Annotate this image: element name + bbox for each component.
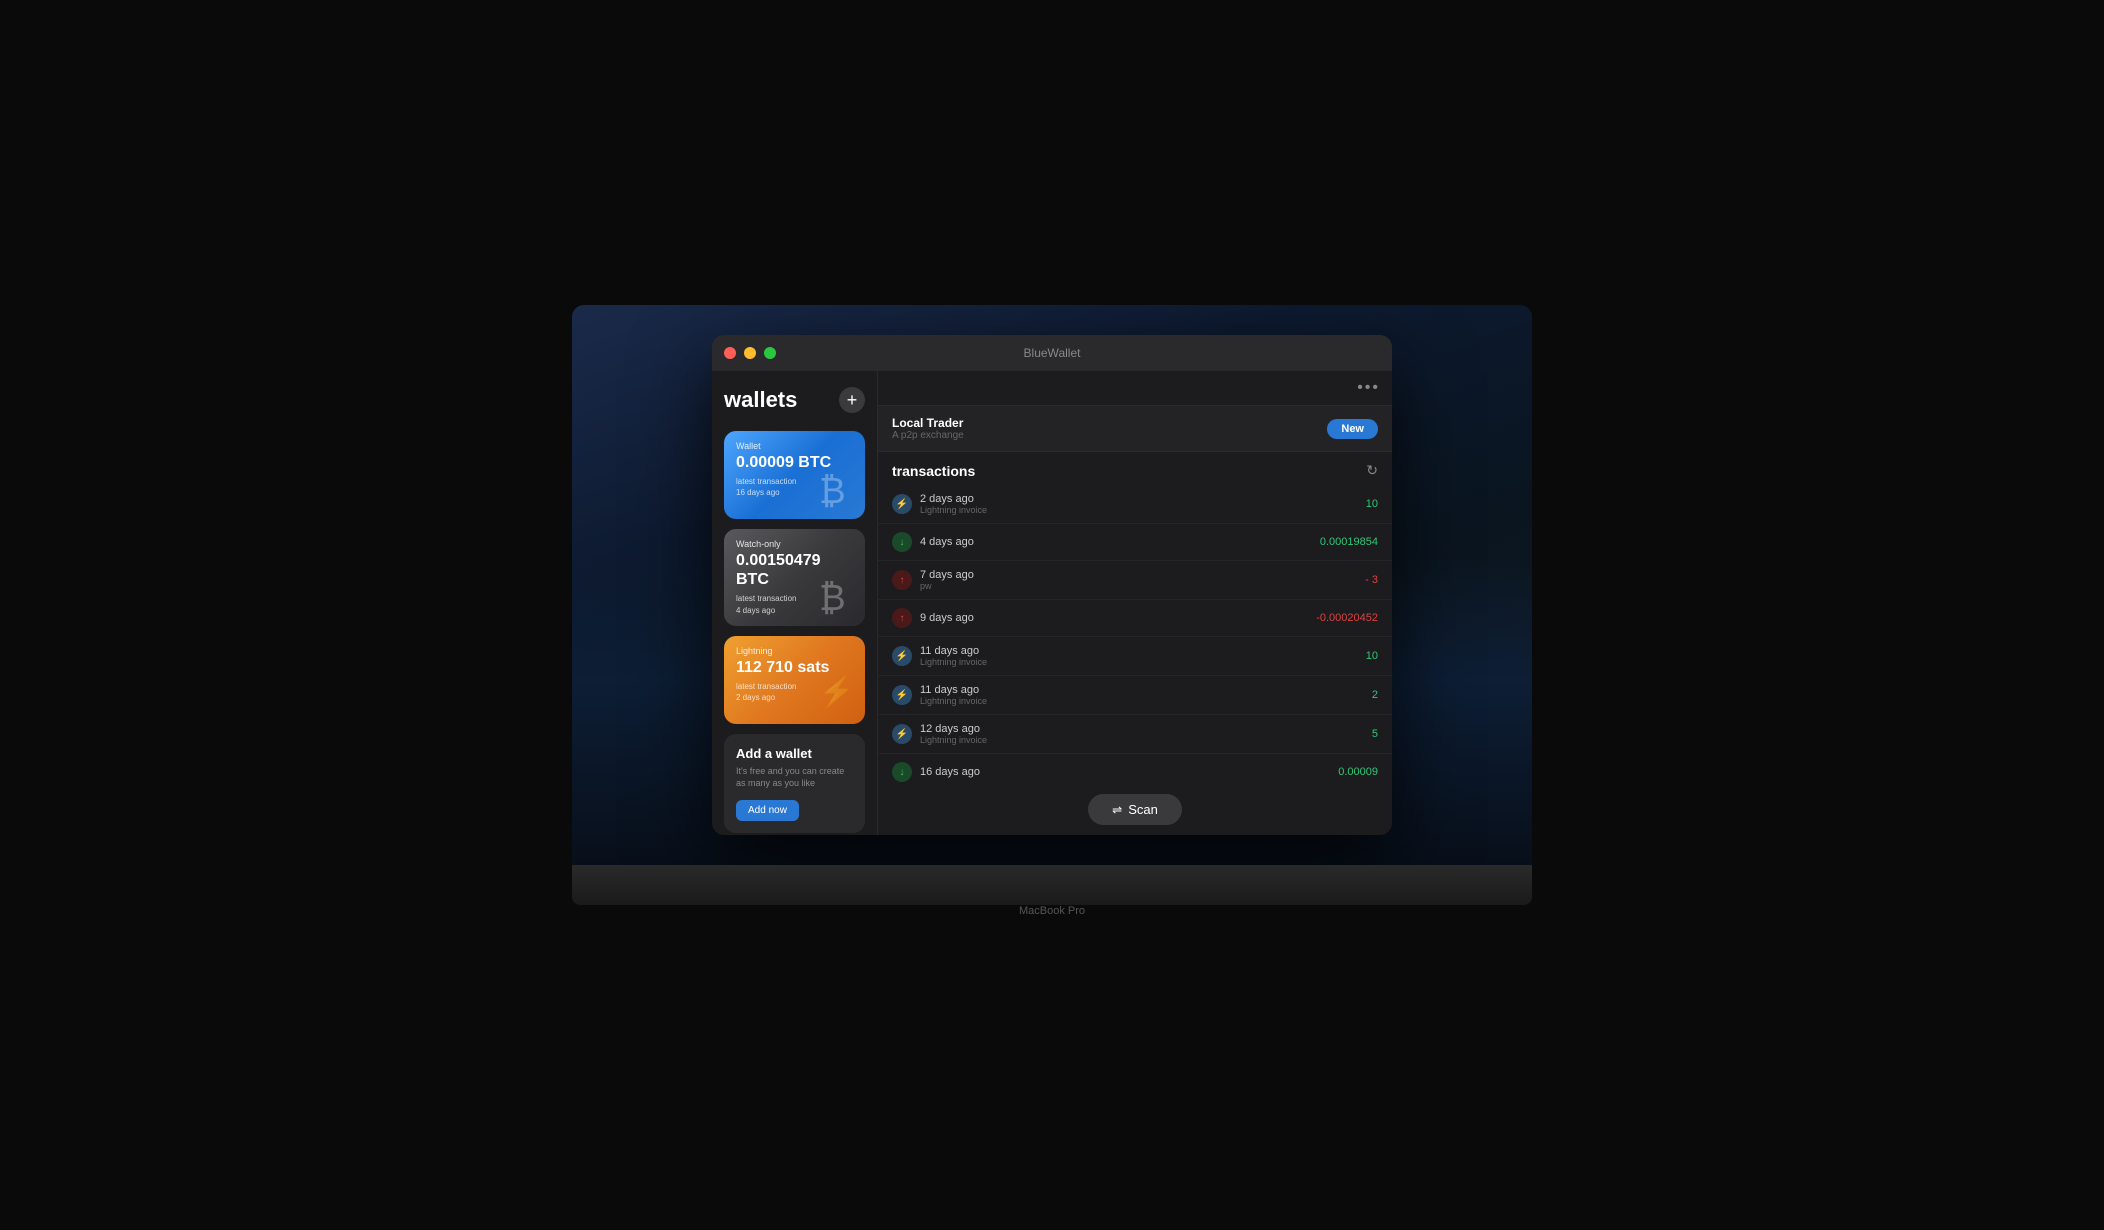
- right-topbar: •••: [878, 371, 1392, 406]
- tx-info: 16 days ago: [920, 766, 1330, 778]
- btc-icon: ₿: [819, 473, 859, 513]
- fullscreen-button[interactable]: [764, 347, 776, 359]
- tx-type-icon: ⚡: [892, 494, 912, 514]
- tx-info: 4 days ago: [920, 536, 1312, 548]
- tx-amount: 0.00009: [1338, 766, 1378, 778]
- transaction-row[interactable]: ⚡ 11 days ago Lightning invoice 2: [878, 676, 1392, 715]
- sidebar: wallets + Wallet 0.00009 BTC latest tran…: [712, 371, 877, 835]
- add-wallet-description: It's free and you can create as many as …: [736, 765, 853, 790]
- new-badge-button[interactable]: New: [1327, 419, 1378, 439]
- add-wallet-card: Add a wallet It's free and you can creat…: [724, 734, 865, 833]
- more-menu-button[interactable]: •••: [1357, 379, 1380, 397]
- transaction-row[interactable]: ↓ 4 days ago 0.00019854: [878, 524, 1392, 561]
- local-trader-bar[interactable]: Local Trader A p2p exchange New: [878, 406, 1392, 452]
- tx-info: 9 days ago: [920, 612, 1308, 624]
- tx-label: Lightning invoice: [920, 657, 1358, 667]
- tx-label: Lightning invoice: [920, 735, 1364, 745]
- tx-type-icon: ⚡: [892, 646, 912, 666]
- tx-info: 11 days ago Lightning invoice: [920, 684, 1364, 706]
- tx-amount: 10: [1366, 498, 1378, 510]
- lightning-icon: ⚡: [819, 678, 859, 718]
- wallet-type-watchonly: Watch-only: [736, 539, 853, 549]
- scan-bar: ⇌ Scan: [878, 784, 1392, 835]
- tx-amount: 10: [1366, 650, 1378, 662]
- tx-time: 11 days ago: [920, 684, 1364, 696]
- scan-button[interactable]: ⇌ Scan: [1088, 794, 1182, 825]
- wallet-amount-lightning: 112 710 sats: [736, 658, 853, 677]
- local-trader-name: Local Trader: [892, 416, 964, 430]
- transaction-row[interactable]: ↑ 7 days ago pw - 3: [878, 561, 1392, 600]
- macbook-brand: MacBook Pro: [1019, 905, 1085, 917]
- wallet-type-btc: Wallet: [736, 441, 853, 451]
- main-content: wallets + Wallet 0.00009 BTC latest tran…: [712, 371, 1392, 835]
- tx-info: 11 days ago Lightning invoice: [920, 645, 1358, 667]
- tx-time: 4 days ago: [920, 536, 1312, 548]
- btc-icon-watchonly: ₿: [819, 580, 859, 620]
- tx-amount: - 3: [1365, 574, 1378, 586]
- tx-type-icon: ↓: [892, 532, 912, 552]
- scan-icon: ⇌: [1112, 803, 1122, 817]
- tx-type-icon: ⚡: [892, 685, 912, 705]
- tx-label: pw: [920, 581, 1357, 591]
- macbook-chin: [572, 865, 1532, 905]
- traffic-lights: [724, 347, 776, 359]
- tx-type-icon: ↑: [892, 608, 912, 628]
- close-button[interactable]: [724, 347, 736, 359]
- tx-label: Lightning invoice: [920, 505, 1358, 515]
- local-trader-info: Local Trader A p2p exchange: [892, 416, 964, 441]
- wallet-card-watchonly[interactable]: Watch-only 0.00150479 BTC latest transac…: [724, 529, 865, 626]
- tx-type-icon: ↓: [892, 762, 912, 782]
- window-title: BlueWallet: [1024, 346, 1081, 360]
- tx-amount: 5: [1372, 728, 1378, 740]
- transaction-row[interactable]: ↓ 16 days ago 0.00009: [878, 754, 1392, 784]
- transaction-row[interactable]: ⚡ 11 days ago Lightning invoice 10: [878, 637, 1392, 676]
- transactions-title: transactions: [892, 463, 975, 479]
- add-wallet-title: Add a wallet: [736, 746, 853, 761]
- tx-info: 7 days ago pw: [920, 569, 1357, 591]
- right-panel: ••• Local Trader A p2p exchange New tran…: [877, 371, 1392, 835]
- app-window: BlueWallet wallets + Wallet 0.00009 BTC …: [712, 335, 1392, 835]
- refresh-icon[interactable]: ↻: [1366, 462, 1378, 479]
- transaction-row[interactable]: ⚡ 12 days ago Lightning invoice 5: [878, 715, 1392, 754]
- tx-amount: 2: [1372, 689, 1378, 701]
- title-bar: BlueWallet: [712, 335, 1392, 371]
- tx-time: 9 days ago: [920, 612, 1308, 624]
- tx-time: 16 days ago: [920, 766, 1330, 778]
- tx-amount: -0.00020452: [1316, 612, 1378, 624]
- wallets-title: wallets: [724, 387, 797, 413]
- tx-time: 11 days ago: [920, 645, 1358, 657]
- tx-label: Lightning invoice: [920, 696, 1364, 706]
- transaction-row[interactable]: ⚡ 2 days ago Lightning invoice 10: [878, 485, 1392, 524]
- tx-type-icon: ↑: [892, 570, 912, 590]
- tx-time: 7 days ago: [920, 569, 1357, 581]
- scan-label: Scan: [1128, 802, 1158, 817]
- wallet-card-lightning[interactable]: Lightning 112 710 sats latest transactio…: [724, 636, 865, 724]
- add-wallet-button[interactable]: +: [839, 387, 865, 413]
- tx-time: 2 days ago: [920, 493, 1358, 505]
- minimize-button[interactable]: [744, 347, 756, 359]
- tx-info: 12 days ago Lightning invoice: [920, 723, 1364, 745]
- wallet-type-lightning: Lightning: [736, 646, 853, 656]
- macbook-bottom: MacBook Pro: [572, 865, 1532, 925]
- wallet-card-btc[interactable]: Wallet 0.00009 BTC latest transaction16 …: [724, 431, 865, 519]
- tx-info: 2 days ago Lightning invoice: [920, 493, 1358, 515]
- transaction-row[interactable]: ↑ 9 days ago -0.00020452: [878, 600, 1392, 637]
- add-now-button[interactable]: Add now: [736, 800, 799, 821]
- local-trader-desc: A p2p exchange: [892, 430, 964, 441]
- tx-type-icon: ⚡: [892, 724, 912, 744]
- sidebar-header: wallets +: [724, 387, 865, 413]
- tx-amount: 0.00019854: [1320, 536, 1378, 548]
- transactions-header: transactions ↻: [878, 452, 1392, 485]
- transactions-list: ⚡ 2 days ago Lightning invoice 10 ↓ 4 da…: [878, 485, 1392, 784]
- tx-time: 12 days ago: [920, 723, 1364, 735]
